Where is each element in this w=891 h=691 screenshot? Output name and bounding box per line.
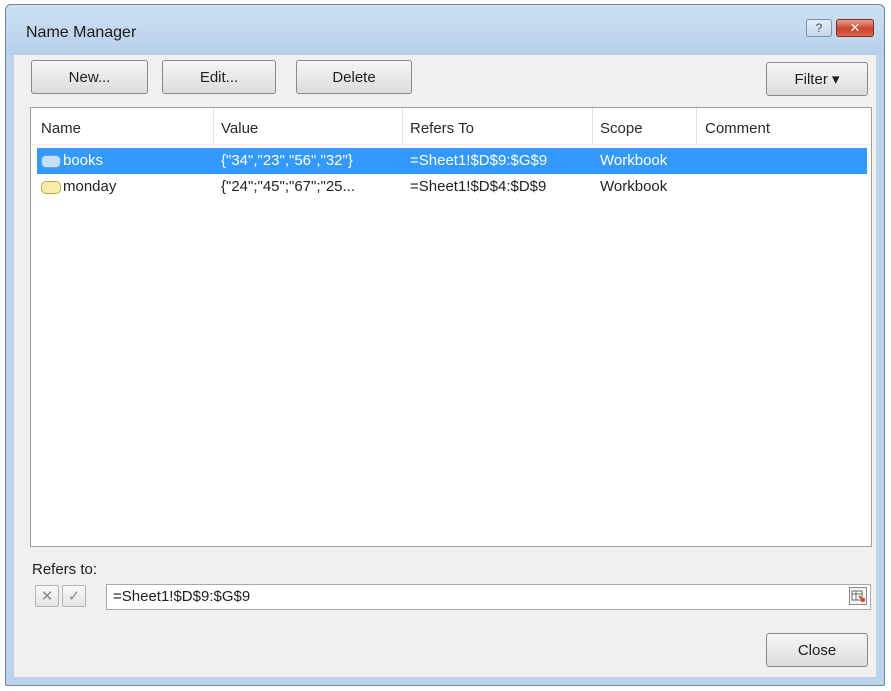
name-manager-dialog: Name Manager ? ✕ New... Edit... Delete F…	[5, 4, 885, 686]
column-divider[interactable]	[592, 108, 593, 144]
collapse-dialog-button[interactable]	[849, 587, 867, 605]
row-refers-to: =Sheet1!$D$9:$G$9	[410, 152, 548, 169]
checkmark-icon: ✓	[67, 588, 81, 605]
confirm-edit-button[interactable]: ✓	[62, 585, 86, 607]
refers-to-value: =Sheet1!$D$9:$G$9	[113, 588, 251, 605]
range-name-icon	[41, 181, 61, 194]
window-close-button[interactable]: ✕	[836, 19, 874, 37]
cancel-edit-button[interactable]: ✕	[35, 585, 59, 607]
row-scope: Workbook	[600, 178, 668, 195]
table-row[interactable]: books {"34","23","56","32"} =Sheet1!$D$9…	[37, 148, 867, 174]
column-header-refers-to[interactable]: Refers To	[410, 120, 474, 137]
row-value: {"34","23","56","32"}	[221, 152, 353, 169]
dialog-title: Name Manager	[26, 24, 137, 41]
dialog-client-area: New... Edit... Delete Filter ▾ Name Valu…	[14, 55, 876, 677]
collapse-dialog-icon	[851, 590, 865, 602]
title-bar[interactable]: Name Manager ? ✕	[6, 5, 884, 55]
row-value: {"24";"45";"67";"25...	[221, 178, 356, 195]
column-header-name[interactable]: Name	[41, 120, 81, 137]
refers-to-label: Refers to:	[32, 561, 98, 578]
delete-button[interactable]: Delete	[296, 60, 412, 94]
header-divider	[31, 144, 871, 145]
filter-button[interactable]: Filter ▾	[766, 62, 868, 96]
cancel-icon: ✕	[40, 588, 54, 605]
close-button[interactable]: Close	[766, 633, 868, 667]
help-icon: ?	[815, 21, 823, 35]
new-button[interactable]: New...	[31, 60, 148, 94]
column-header-comment[interactable]: Comment	[705, 120, 770, 137]
row-scope: Workbook	[600, 152, 668, 169]
column-divider[interactable]	[696, 108, 697, 144]
names-list[interactable]: Name Value Refers To Scope Comment books…	[30, 107, 872, 547]
column-header-value[interactable]: Value	[221, 120, 258, 137]
close-icon: ✕	[849, 20, 861, 35]
column-divider[interactable]	[213, 108, 214, 144]
range-name-icon	[41, 155, 61, 168]
row-name: books	[63, 152, 104, 169]
edit-button[interactable]: Edit...	[162, 60, 276, 94]
refers-to-input[interactable]: =Sheet1!$D$9:$G$9	[106, 584, 871, 610]
column-divider[interactable]	[402, 108, 403, 144]
row-name: monday	[63, 178, 117, 195]
row-refers-to: =Sheet1!$D$4:$D$9	[410, 178, 547, 195]
table-row[interactable]: monday {"24";"45";"67";"25... =Sheet1!$D…	[37, 174, 867, 200]
help-button[interactable]: ?	[806, 19, 832, 37]
column-header-scope[interactable]: Scope	[600, 120, 643, 137]
